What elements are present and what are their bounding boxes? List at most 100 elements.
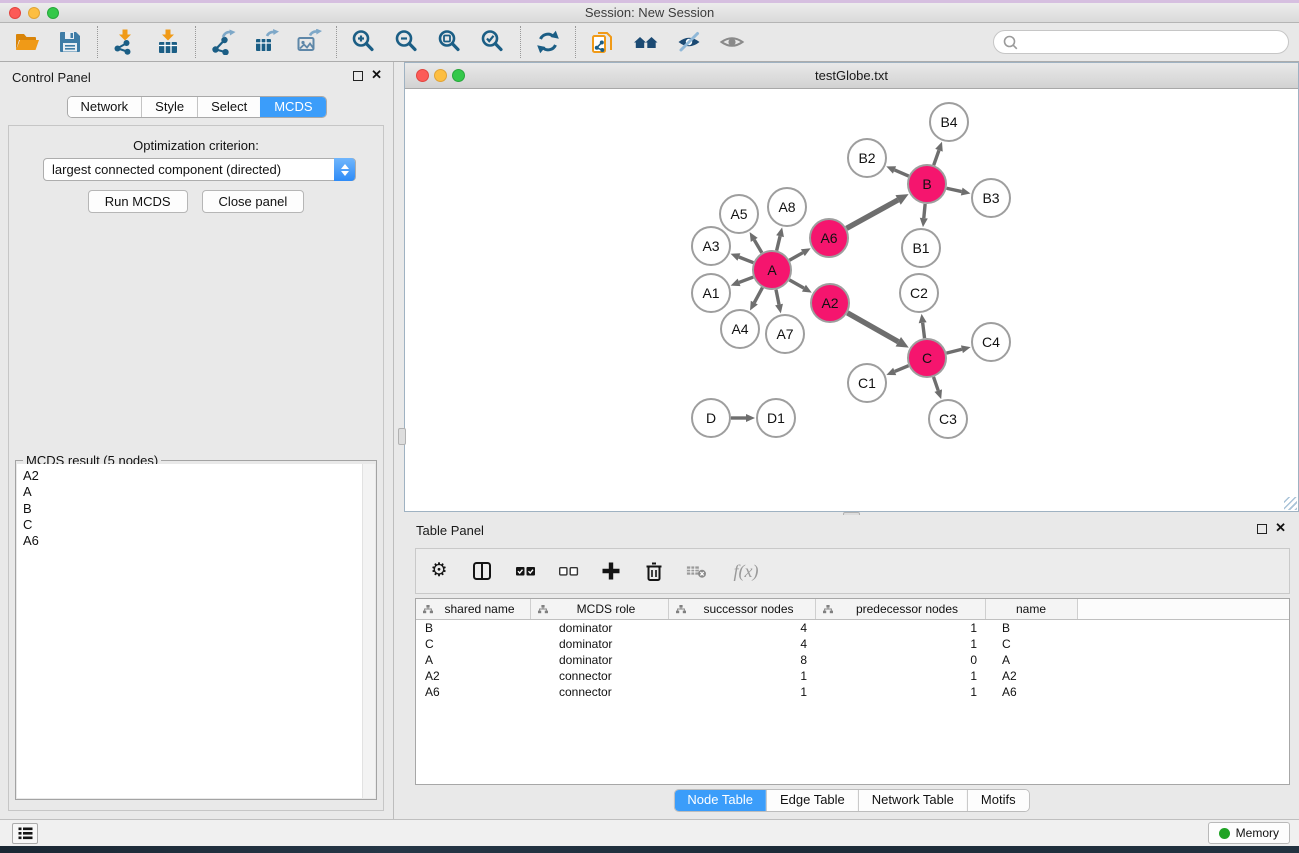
plus-icon (601, 561, 621, 581)
control-panel-title: Control Panel (12, 70, 91, 85)
result-item[interactable]: B (23, 501, 375, 517)
column-header-name[interactable]: name (986, 599, 1078, 619)
tab-node-table[interactable]: Node Table (674, 790, 766, 811)
export-image-button[interactable] (296, 29, 322, 55)
result-item[interactable]: A2 (23, 468, 375, 484)
result-item[interactable]: C (23, 517, 375, 533)
criterion-selected-value: largest connected component (directed) (52, 162, 281, 177)
copy-network-icon (590, 29, 616, 55)
frame-resize-grip[interactable] (1284, 497, 1297, 510)
search-box[interactable] (993, 30, 1289, 54)
table-row[interactable]: B dominator 4 1 B (416, 620, 1289, 636)
zoom-out-button[interactable] (394, 29, 420, 55)
result-scrollbar[interactable] (362, 464, 375, 798)
trash-icon (644, 561, 664, 582)
memory-label: Memory (1236, 826, 1279, 840)
svg-text:B2: B2 (858, 150, 875, 166)
tab-mcds[interactable]: MCDS (260, 97, 325, 117)
export-table-icon (253, 29, 279, 55)
delete-table-button[interactable] (686, 560, 708, 582)
export-network-icon (210, 29, 236, 55)
float-panel-icon[interactable] (1257, 524, 1267, 534)
refresh-icon (535, 29, 561, 55)
table-settings-button[interactable]: ⚙ (428, 560, 450, 582)
svg-text:A8: A8 (778, 199, 795, 215)
column-header-mcds-role[interactable]: MCDS role (531, 599, 669, 619)
refresh-button[interactable] (535, 29, 561, 55)
svg-text:B: B (922, 176, 931, 192)
zoom-fit-icon (437, 29, 463, 55)
close-panel-icon[interactable]: ✕ (1275, 521, 1286, 535)
open-session-button[interactable] (14, 29, 40, 55)
node-table: shared name MCDS role successor nodes pr… (415, 598, 1290, 785)
import-table-icon (155, 29, 181, 55)
import-network-button[interactable] (112, 29, 138, 55)
mcds-tab-content: Optimization criterion: largest connecte… (8, 125, 384, 811)
float-panel-icon[interactable] (353, 71, 363, 81)
table-panel-header: Table Panel ✕ (404, 515, 1299, 545)
export-network-button[interactable] (210, 29, 236, 55)
network-canvas[interactable]: AA1A2A3A4A5A6A7A8BB1B2B3B4CC1C2C3C4DD1 (405, 89, 1298, 511)
first-neighbors-button[interactable] (633, 29, 659, 55)
vertical-split-handle[interactable] (398, 428, 406, 445)
deselect-all-button[interactable] (557, 560, 579, 582)
svg-text:A4: A4 (731, 321, 748, 337)
tab-network[interactable]: Network (67, 97, 141, 117)
close-panel-button[interactable]: Close panel (202, 190, 305, 213)
close-panel-icon[interactable]: ✕ (371, 68, 382, 82)
open-folder-icon (14, 29, 40, 55)
houses-icon (633, 29, 659, 55)
memory-button[interactable]: Memory (1208, 822, 1290, 844)
unchecked-boxes-icon (558, 561, 579, 581)
mcds-result-list: A2 A B C A6 (17, 464, 375, 798)
new-network-from-selection-button[interactable] (590, 29, 616, 55)
criterion-select[interactable]: largest connected component (directed) (43, 158, 356, 181)
status-bar: Memory (0, 819, 1299, 846)
hide-selected-button[interactable] (676, 29, 702, 55)
svg-text:A5: A5 (730, 206, 747, 222)
result-item[interactable]: A (23, 484, 375, 500)
column-header-shared-name[interactable]: shared name (416, 599, 531, 619)
zoom-in-icon (351, 29, 377, 55)
task-list-icon (18, 826, 33, 841)
tab-motifs[interactable]: Motifs (967, 790, 1029, 811)
show-task-history-button[interactable] (12, 823, 38, 844)
tab-select[interactable]: Select (197, 97, 260, 117)
network-view-frame: testGlobe.txt AA1A2A3A4A5A6A7A8BB1B2B3B4… (404, 62, 1299, 512)
tab-network-table[interactable]: Network Table (858, 790, 967, 811)
import-table-button[interactable] (155, 29, 181, 55)
function-builder-button[interactable]: f(x) (729, 560, 763, 582)
column-header-predecessor-nodes[interactable]: predecessor nodes (816, 599, 986, 619)
table-panel: Table Panel ✕ ⚙ (404, 515, 1299, 819)
table-row[interactable]: A2 connector 1 1 A2 (416, 668, 1289, 684)
save-session-button[interactable] (57, 29, 83, 55)
export-table-button[interactable] (253, 29, 279, 55)
table-header-row: shared name MCDS role successor nodes pr… (416, 599, 1289, 620)
table-row[interactable]: C dominator 4 1 C (416, 636, 1289, 652)
table-row[interactable]: A6 connector 1 1 A6 (416, 684, 1289, 700)
svg-text:C3: C3 (939, 411, 957, 427)
attribute-icon (823, 605, 833, 614)
graph-svg[interactable]: AA1A2A3A4A5A6A7A8BB1B2B3B4CC1C2C3C4DD1 (405, 89, 1298, 511)
select-all-button[interactable] (514, 560, 536, 582)
tab-edge-table[interactable]: Edge Table (766, 790, 858, 811)
optimization-criterion-label: Optimization criterion: (9, 138, 383, 153)
zoom-in-button[interactable] (351, 29, 377, 55)
add-column-button[interactable] (600, 560, 622, 582)
zoom-selected-button[interactable] (480, 29, 506, 55)
search-input[interactable] (1018, 32, 1288, 52)
zoom-fit-button[interactable] (437, 29, 463, 55)
delete-column-button[interactable] (643, 560, 665, 582)
column-header-successor-nodes[interactable]: successor nodes (669, 599, 816, 619)
show-all-button[interactable] (719, 29, 745, 55)
attribute-icon (538, 605, 548, 614)
tab-style[interactable]: Style (141, 97, 197, 117)
column-browser-button[interactable] (471, 560, 493, 582)
run-mcds-button[interactable]: Run MCDS (88, 190, 188, 213)
result-item[interactable]: A6 (23, 533, 375, 549)
svg-text:C1: C1 (858, 375, 876, 391)
desktop-strip-bottom (0, 846, 1299, 853)
table-row[interactable]: A dominator 8 0 A (416, 652, 1289, 668)
columns-icon (472, 561, 492, 581)
fx-icon: f(x) (734, 561, 759, 582)
